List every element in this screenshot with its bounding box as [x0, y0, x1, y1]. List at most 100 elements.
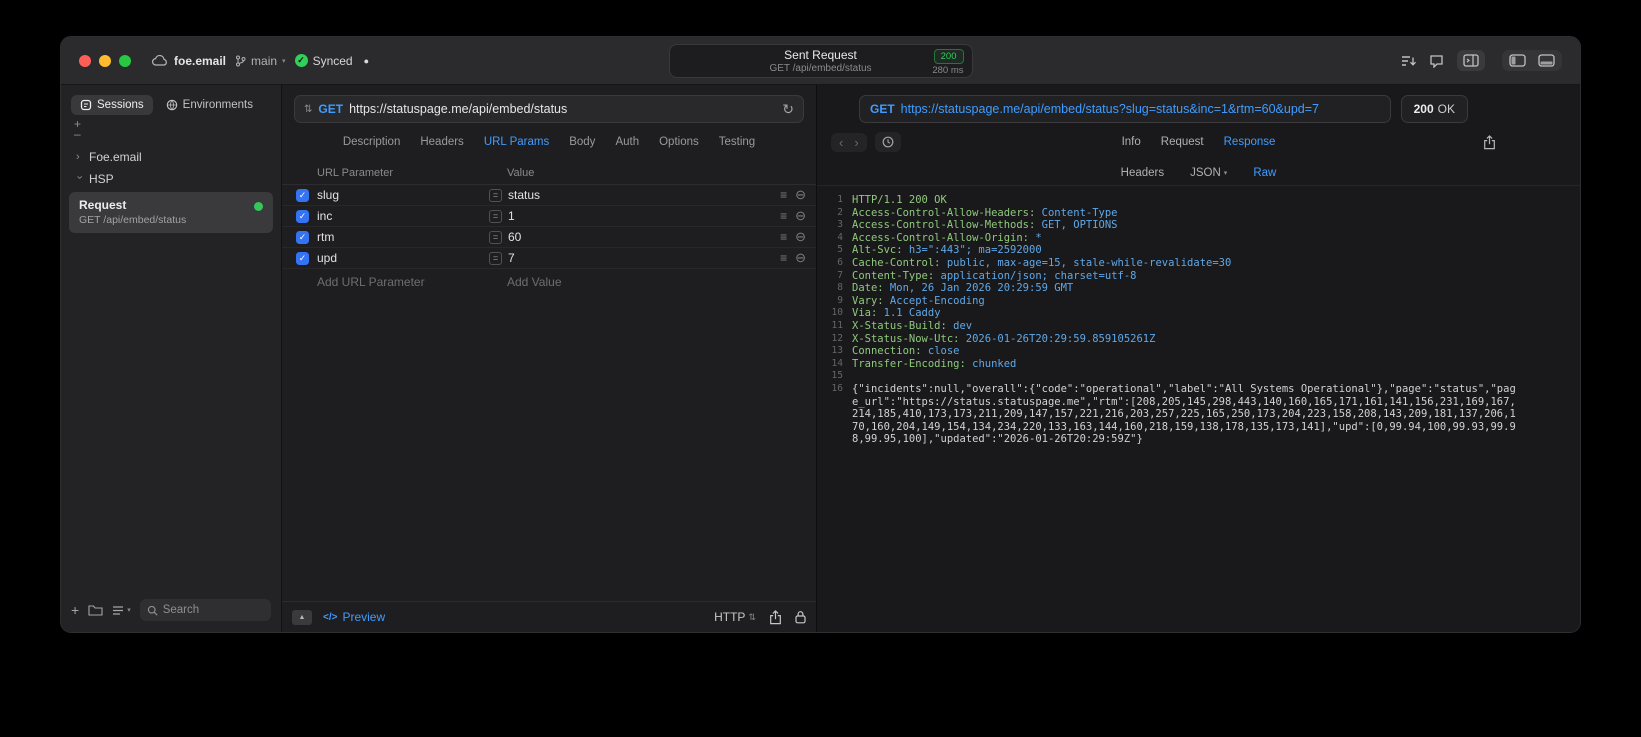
- param-value[interactable]: 1: [508, 209, 780, 223]
- remove-session-icon[interactable]: –: [74, 128, 281, 140]
- param-value[interactable]: status: [508, 188, 780, 202]
- branch-icon: [235, 55, 246, 67]
- http-version-selector[interactable]: HTTP ⇅: [714, 610, 756, 624]
- line-number: 11: [831, 319, 843, 331]
- response-subtabs: Headers JSON ▾ Raw: [817, 161, 1580, 186]
- request-url-bar[interactable]: ⇅ GET https://statuspage.me/api/embed/st…: [294, 95, 804, 123]
- new-folder-icon[interactable]: [88, 604, 103, 616]
- up-down-arrows-icon: ⇅: [748, 611, 756, 622]
- response-line: 1 HTTP/1.1 200 OK: [823, 194, 1522, 207]
- param-value[interactable]: 7: [508, 251, 780, 265]
- param-name[interactable]: rtm: [317, 230, 489, 244]
- bottom-panel-toggle-icon[interactable]: [1538, 54, 1555, 67]
- param-name[interactable]: slug: [317, 188, 489, 202]
- row-options-icon[interactable]: ≡: [780, 231, 787, 243]
- param-checkbox[interactable]: ✓: [296, 230, 309, 244]
- close-window-button[interactable]: [79, 54, 91, 67]
- tab-auth[interactable]: Auth: [615, 136, 639, 148]
- add-param-placeholder[interactable]: Add URL Parameter: [317, 275, 507, 289]
- cloud-icon: [152, 55, 168, 66]
- row-options-icon[interactable]: ≡: [780, 252, 787, 264]
- add-session-icon[interactable]: +: [74, 118, 281, 130]
- globe-icon: [166, 99, 178, 111]
- remove-row-icon[interactable]: ⊖: [795, 251, 806, 264]
- project-cloud-status[interactable]: foe.email: [152, 54, 226, 68]
- sidebar-request-item-selected[interactable]: Request GET /api/embed/status: [69, 192, 273, 233]
- preview-label: Preview: [342, 610, 386, 624]
- subtab-headers[interactable]: Headers: [1121, 167, 1164, 179]
- param-checkbox[interactable]: ✓: [296, 188, 309, 202]
- tab-body[interactable]: Body: [569, 136, 595, 148]
- column-header-value: Value: [507, 166, 535, 179]
- row-options-icon[interactable]: ≡: [780, 210, 787, 222]
- line-number: 9: [837, 294, 843, 306]
- search-input[interactable]: Search: [139, 599, 271, 621]
- back-icon[interactable]: ‹: [839, 135, 843, 150]
- request-footer-bar: ▲ </> Preview HTTP ⇅: [282, 601, 816, 632]
- tree-item-hsp[interactable]: › HSP: [69, 168, 273, 190]
- request-url[interactable]: https://statuspage.me/api/embed/status: [349, 102, 567, 116]
- tab-description[interactable]: Description: [343, 136, 401, 148]
- add-value-placeholder[interactable]: Add Value: [507, 275, 562, 289]
- remove-row-icon[interactable]: ⊖: [795, 209, 806, 222]
- tab-request[interactable]: Request: [1161, 136, 1204, 148]
- response-url-bar[interactable]: GET https://statuspage.me/api/embed/stat…: [859, 95, 1391, 123]
- remove-row-icon[interactable]: ⊖: [795, 188, 806, 201]
- tab-info[interactable]: Info: [1122, 136, 1141, 148]
- param-name[interactable]: inc: [317, 209, 489, 223]
- tab-options[interactable]: Options: [659, 136, 699, 148]
- branch-selector[interactable]: main ▾: [235, 54, 286, 68]
- response-nav-bar: ‹ › Info Request Response: [817, 123, 1580, 161]
- lock-icon[interactable]: [795, 610, 806, 624]
- response-body-line: 16 {"incidents":null,"overall":{"code":"…: [823, 383, 1522, 446]
- share-icon[interactable]: [769, 609, 782, 625]
- chevron-down-icon: ▾: [1223, 170, 1228, 177]
- response-line: 13 Connection: close: [823, 345, 1522, 358]
- request-method[interactable]: GET: [318, 102, 343, 116]
- tab-headers[interactable]: Headers: [420, 136, 463, 148]
- param-checkbox[interactable]: ✓: [296, 209, 309, 223]
- history-clock-icon[interactable]: [874, 132, 901, 152]
- tab-testing[interactable]: Testing: [719, 136, 755, 148]
- line-number: 13: [831, 345, 843, 357]
- tab-sessions[interactable]: Sessions: [71, 95, 153, 115]
- line-number: 8: [837, 282, 843, 294]
- tab-url-params[interactable]: URL Params: [484, 136, 549, 148]
- request-summary-pill[interactable]: Sent Request GET /api/embed/status 200 2…: [668, 44, 973, 78]
- param-checkbox[interactable]: ✓: [296, 251, 309, 265]
- collapse-panel-icon[interactable]: ▲: [292, 609, 312, 625]
- left-sidebar-toggle-icon[interactable]: [1509, 54, 1526, 67]
- minimize-window-button[interactable]: [99, 54, 111, 67]
- tree-item-foe-email[interactable]: › Foe.email: [69, 146, 273, 168]
- response-line: 11 X-Status-Build: dev: [823, 320, 1522, 333]
- sort-icon[interactable]: [1400, 54, 1416, 68]
- response-panel: GET https://statuspage.me/api/embed/stat…: [817, 85, 1580, 632]
- add-param-row[interactable]: Add URL Parameter Add Value: [282, 269, 816, 294]
- tab-response[interactable]: Response: [1224, 136, 1276, 148]
- subtab-json[interactable]: JSON ▾: [1190, 167, 1227, 179]
- row-options-icon[interactable]: ≡: [780, 189, 787, 201]
- add-item-icon[interactable]: +: [71, 603, 79, 617]
- panel-layout-icon[interactable]: [1457, 50, 1485, 71]
- review-comment-icon[interactable]: [1429, 54, 1444, 68]
- param-value[interactable]: 60: [508, 230, 780, 244]
- zoom-window-button[interactable]: [119, 54, 131, 67]
- param-name[interactable]: upd: [317, 251, 489, 265]
- sync-status[interactable]: ✓ Synced: [294, 54, 353, 68]
- subtab-raw[interactable]: Raw: [1253, 167, 1276, 179]
- app-window: foe.email main ▾ ✓ Synced ● Sent Request…: [60, 36, 1581, 633]
- param-row: ✓ slug = status ≡ ⊖: [282, 185, 816, 206]
- preview-button[interactable]: </> Preview: [323, 610, 385, 624]
- remove-row-icon[interactable]: ⊖: [795, 230, 806, 243]
- tab-environments[interactable]: Environments: [157, 95, 262, 115]
- tree-item-label: Foe.email: [89, 150, 142, 164]
- list-view-icon[interactable]: ▾: [112, 605, 131, 616]
- export-share-icon[interactable]: [1483, 134, 1496, 150]
- method-selector-icon[interactable]: ⇅: [304, 104, 312, 115]
- response-method: GET: [870, 102, 895, 116]
- response-raw-view[interactable]: 1 HTTP/1.1 200 OK 2 Access-Control-Allow-He…: [817, 186, 1580, 632]
- line-number: 5: [837, 244, 843, 256]
- forward-icon[interactable]: ›: [854, 135, 858, 150]
- reload-icon[interactable]: ↻: [782, 101, 794, 118]
- session-tree: › Foe.email › HSP Request GET /api/embed…: [61, 140, 281, 233]
